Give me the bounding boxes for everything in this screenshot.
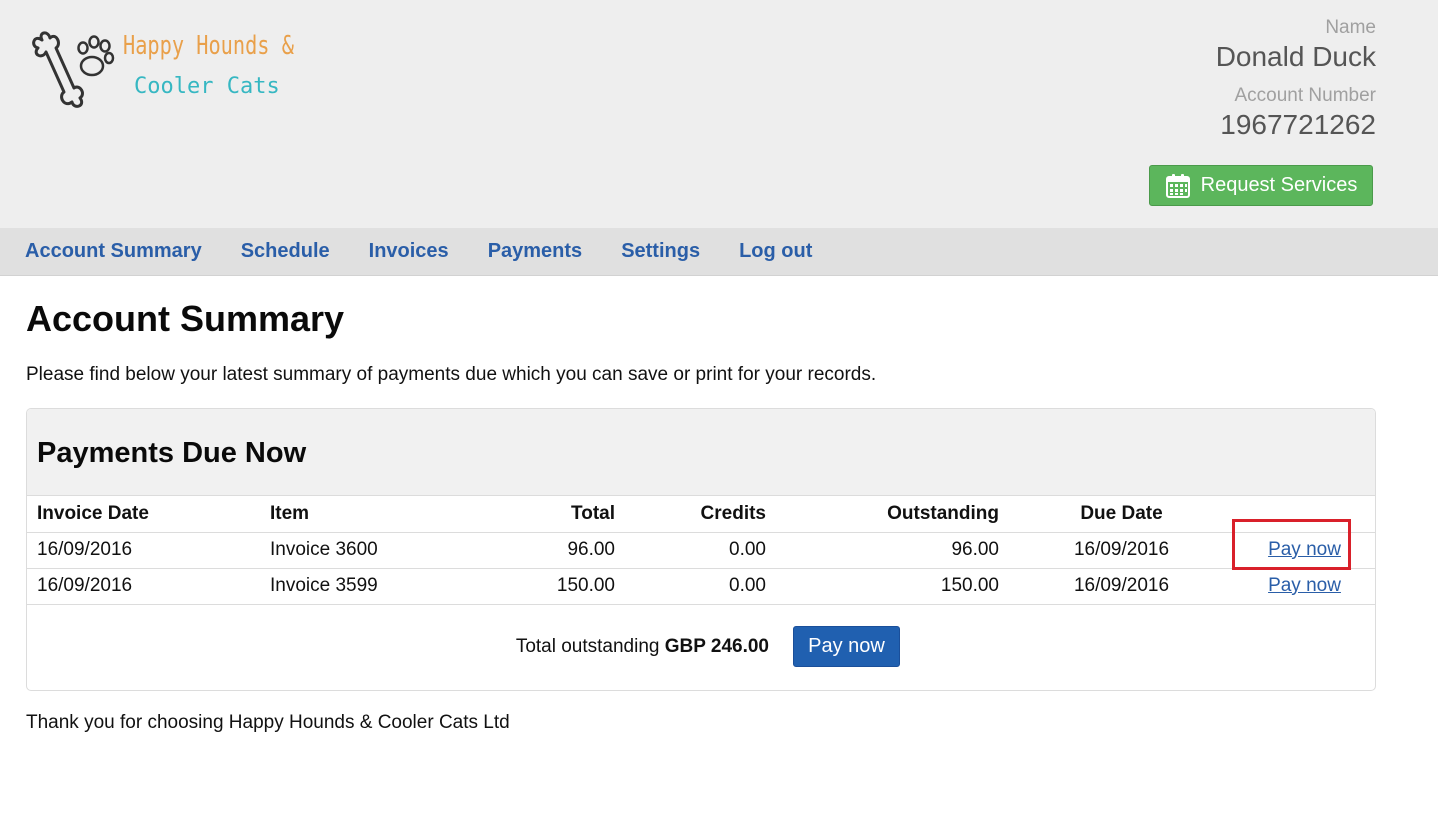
brand-name-line2: Cooler Cats [134, 74, 280, 99]
col-item: Item [270, 502, 310, 524]
main-nav: Account Summary Schedule Invoices Paymen… [0, 228, 1438, 276]
invoice-date-cell: 16/09/2016 [27, 567, 260, 605]
col-outstanding: Outstanding [887, 502, 999, 524]
account-number-label: Account Number [1234, 85, 1376, 106]
due-date-cell: 16/09/2016 [1009, 567, 1234, 605]
payments-due-panel: Payments Due Now Invoice Date Item Total… [26, 408, 1376, 691]
nav-log-out[interactable]: Log out [739, 240, 812, 263]
pay-now-link[interactable]: Pay now [1268, 575, 1341, 596]
page-title: Account Summary [26, 298, 345, 339]
bone-paw-icon [32, 31, 115, 108]
calendar-icon [1165, 173, 1190, 198]
item-cell: Invoice 3599 [260, 567, 460, 605]
outstanding-cell: 96.00 [776, 531, 1009, 568]
col-credits: Credits [700, 502, 766, 524]
due-date-cell: 16/09/2016 [1009, 531, 1234, 568]
request-services-button[interactable]: Request Services [1149, 165, 1373, 206]
col-action [1234, 496, 1375, 532]
total-cell: 96.00 [460, 531, 625, 568]
account-info: Name Donald Duck Account Number 19677212… [1216, 16, 1376, 142]
intro-text: Please find below your latest summary of… [26, 364, 877, 385]
table-row: 16/09/2016 Invoice 3600 96.00 0.00 96.00… [27, 531, 1375, 568]
nav-settings[interactable]: Settings [621, 240, 700, 263]
brand-name-line1: Happy Hounds & [123, 31, 294, 61]
invoice-date-cell: 16/09/2016 [27, 531, 260, 568]
total-outstanding-value: GBP 246.00 [664, 636, 769, 657]
nav-invoices[interactable]: Invoices [369, 240, 449, 263]
col-total: Total [571, 502, 615, 524]
header: Happy Hounds & Cooler Cats Name Donald D… [0, 0, 1438, 228]
table-header-row: Invoice Date Item Total Credits Outstand… [27, 496, 1375, 532]
pay-now-button[interactable]: Pay now [793, 626, 900, 667]
name-label: Name [1325, 17, 1376, 38]
nav-payments[interactable]: Payments [488, 240, 583, 263]
nav-schedule[interactable]: Schedule [241, 240, 330, 263]
account-number: 1967721262 [1220, 109, 1376, 140]
col-invoice-date: Invoice Date [37, 502, 149, 524]
pay-now-link[interactable]: Pay now [1268, 539, 1341, 560]
request-services-label: Request Services [1200, 174, 1358, 196]
table-row: 16/09/2016 Invoice 3599 150.00 0.00 150.… [27, 567, 1375, 605]
nav-account-summary[interactable]: Account Summary [25, 240, 202, 263]
total-cell: 150.00 [460, 567, 625, 605]
brand-logo[interactable]: Happy Hounds & Cooler Cats [28, 26, 318, 116]
credits-cell: 0.00 [625, 531, 776, 568]
total-outstanding-row: Total outstanding GBP 246.00 Pay now [27, 626, 1375, 667]
item-cell: Invoice 3600 [260, 531, 460, 568]
panel-header: Payments Due Now [27, 409, 1375, 496]
credits-cell: 0.00 [625, 567, 776, 605]
col-due-date: Due Date [1080, 502, 1163, 524]
total-outstanding-label: Total outstanding [515, 636, 660, 657]
footer-text: Thank you for choosing Happy Hounds & Co… [26, 712, 510, 733]
payments-table: Invoice Date Item Total Credits Outstand… [27, 496, 1375, 605]
account-name: Donald Duck [1215, 41, 1376, 72]
panel-title: Payments Due Now [37, 436, 307, 469]
outstanding-cell: 150.00 [776, 567, 1009, 605]
total-outstanding: Total outstanding GBP 246.00 [516, 636, 769, 658]
